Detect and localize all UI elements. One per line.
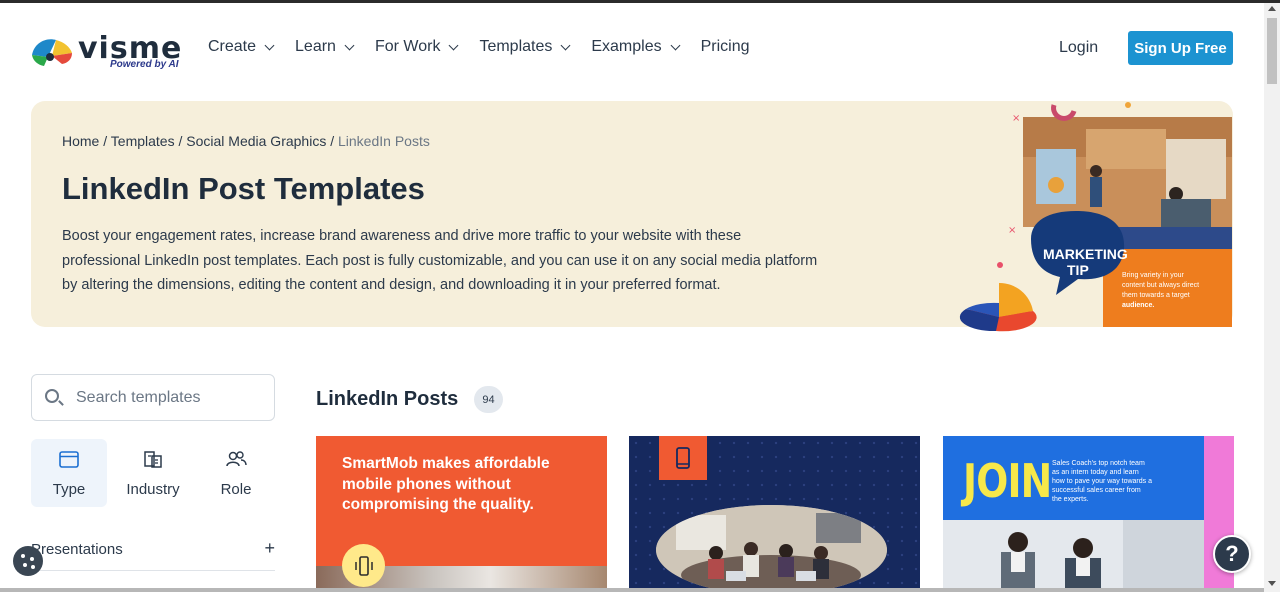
svg-text:×: × [1012, 113, 1020, 124]
section-title: LinkedIn Posts [316, 388, 459, 410]
breadcrumb-templates[interactable]: Templates [111, 133, 175, 149]
nav-label: Templates [479, 38, 553, 55]
visme-logo[interactable]: visme Powered by AI [30, 31, 181, 75]
nav-templates[interactable]: Templates [479, 38, 571, 56]
phone-icon [659, 436, 707, 480]
breadcrumb-social-media-graphics[interactable]: Social Media Graphics [186, 133, 326, 149]
card-photo [943, 520, 1204, 592]
search-icon [45, 389, 59, 403]
signup-button[interactable]: Sign Up Free [1128, 31, 1233, 65]
template-count-badge: 94 [474, 386, 503, 413]
accordion-presentations[interactable]: Presentations + [31, 538, 275, 571]
card-text: Sales Coach's top notch team as an inter… [1052, 460, 1152, 503]
filter-tab-label: Type [52, 481, 86, 498]
search-box[interactable] [31, 374, 275, 421]
filter-tab-type[interactable]: Type [31, 439, 107, 507]
users-icon [225, 449, 247, 469]
template-card[interactable]: SmartMob makes affordable mobile phones … [316, 436, 607, 592]
tip-text-2: content but always direct [1122, 282, 1199, 289]
svg-text:×: × [1008, 225, 1016, 236]
nav-pricing[interactable]: Pricing [701, 38, 750, 56]
nav-label: Pricing [700, 38, 750, 55]
filter-tab-label: Role [220, 481, 252, 498]
nav-label: Create [208, 38, 257, 55]
chevron-down-icon [448, 40, 459, 50]
hero-banner: Home / Templates / Social Media Graphics… [31, 101, 1233, 332]
breadcrumb-separator: / [103, 133, 108, 149]
breadcrumb-home[interactable]: Home [62, 133, 99, 149]
template-card[interactable] [629, 436, 920, 592]
page-scrollbar[interactable] [1264, 3, 1280, 592]
browser-window-icon [59, 449, 79, 469]
buildings-icon [143, 449, 163, 469]
search-input[interactable] [76, 386, 266, 410]
filter-tabs: Type Industry Role [31, 439, 275, 507]
filter-tab-industry[interactable]: Industry [115, 439, 191, 507]
card-text: SmartMob makes affordable mobile phones … [342, 455, 550, 513]
nav-label: Examples [591, 38, 662, 55]
scroll-down-arrow-icon[interactable] [1268, 581, 1276, 586]
nav-label: For Work [374, 38, 441, 55]
card-photo [656, 505, 887, 592]
phone-vibrate-icon [342, 544, 385, 587]
scrollbar-thumb[interactable] [1267, 18, 1277, 84]
tip-text-3: them towards a target [1122, 292, 1190, 299]
template-card[interactable]: JOIN Sales Coach's top notch team as an … [943, 436, 1234, 592]
bubble-line-2: TIP [1067, 262, 1089, 278]
chevron-down-icon [560, 40, 571, 50]
page-title: LinkedIn Post Templates [62, 171, 425, 206]
scroll-up-arrow-icon[interactable] [1268, 6, 1276, 11]
tip-text-4: audience. [1122, 302, 1154, 309]
hero-illustration: MARKETING TIP Bring variety in your cont… [959, 102, 1232, 332]
accordion-label: Presentations [31, 541, 123, 558]
nav-for-work[interactable]: For Work [374, 38, 459, 56]
window-bottom-border [0, 588, 1264, 592]
nav-create[interactable]: Create [208, 38, 275, 56]
breadcrumb: Home / Templates / Social Media Graphics… [62, 133, 430, 149]
chevron-down-icon [670, 40, 681, 50]
nav-label: Learn [295, 38, 336, 55]
filter-tab-role[interactable]: Role [198, 439, 274, 507]
site-header: visme Powered by AI Create Learn For Wor… [0, 3, 1264, 93]
filter-tab-label: Industry [126, 481, 180, 498]
tip-text-1: Bring variety in your [1122, 272, 1185, 279]
chevron-down-icon [264, 40, 275, 50]
card-headline: JOIN [963, 454, 1052, 508]
bubble-line-1: MARKETING [1043, 246, 1128, 262]
chevron-down-icon [344, 40, 355, 50]
login-link[interactable]: Login [1059, 39, 1098, 57]
logo-tagline: Powered by AI [110, 59, 179, 70]
page-description: Boost your engagement rates, increase br… [62, 228, 818, 293]
help-button[interactable]: ? [1213, 535, 1251, 573]
main-nav: Create Learn For Work Templates Examples… [208, 38, 772, 56]
nav-examples[interactable]: Examples [591, 38, 681, 56]
logo-mark-icon [32, 39, 72, 66]
cookie-settings-icon[interactable] [13, 546, 43, 576]
breadcrumb-separator: / [330, 133, 335, 149]
nav-learn[interactable]: Learn [295, 38, 355, 56]
breadcrumb-separator: / [178, 133, 183, 149]
expand-plus-icon[interactable]: + [264, 538, 275, 559]
breadcrumb-current: LinkedIn Posts [338, 133, 430, 149]
